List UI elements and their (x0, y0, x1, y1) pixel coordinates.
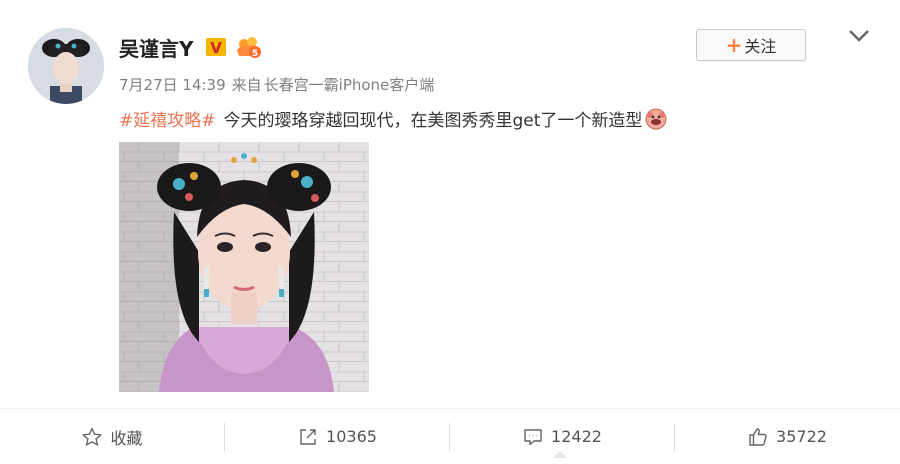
chevron-down-icon[interactable] (846, 28, 872, 44)
source-prefix: 来自 (231, 76, 262, 94)
user-name[interactable]: 吴谨言Y (119, 33, 193, 62)
like-icon (749, 427, 767, 446)
repost-button[interactable]: 10365 (225, 409, 450, 464)
comment-icon (524, 428, 542, 445)
repost-count: 10365 (326, 427, 377, 446)
post-body: #延禧攻略# 今天的璎珞穿越回现代，在美图秀秀里get了一个新造型 (119, 106, 668, 131)
action-bar: 收藏 10365 12422 35722 (0, 408, 900, 464)
favorite-label: 收藏 (110, 428, 143, 448)
repost-icon (300, 428, 316, 445)
verified-icon[interactable]: V (205, 36, 227, 58)
post-text: 今天的璎珞穿越回现代，在美图秀秀里get了一个新造型 (223, 111, 643, 131)
avatar[interactable] (28, 28, 104, 104)
svg-text:V: V (210, 39, 222, 57)
comment-count: 12422 (551, 427, 602, 446)
post-meta: 7月27日 14:39 来自 长春宫一霸iPhone客户端 (119, 74, 440, 95)
hashtag-link[interactable]: #延禧攻略# (119, 106, 216, 131)
plus-icon: + (725, 33, 743, 57)
follow-button[interactable]: + 关注 (696, 29, 806, 61)
favorite-button[interactable]: 收藏 (0, 409, 225, 464)
like-button[interactable]: 35722 (675, 409, 900, 464)
post-date[interactable]: 7月27日 14:39 (119, 76, 226, 94)
star-icon (82, 427, 102, 446)
post-source[interactable]: 长春宫一霸iPhone客户端 (264, 76, 435, 94)
svg-text:5: 5 (252, 49, 258, 59)
comment-indicator (553, 451, 567, 458)
like-count: 35722 (776, 427, 827, 446)
post-image[interactable] (119, 142, 369, 392)
emoji-icon (644, 107, 668, 131)
follow-label: 关注 (744, 37, 777, 56)
level-icon[interactable]: 5 (235, 36, 263, 60)
